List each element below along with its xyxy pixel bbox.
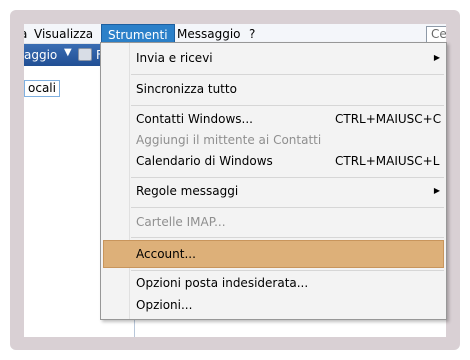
menu-separator	[131, 177, 444, 178]
menu-item-opzioni-posta-indesiderata[interactable]: Opzioni posta indesiderata...	[103, 272, 444, 294]
menu-item-label: Aggiungi il mittente ai Contatti	[136, 133, 322, 147]
menu-bar: a Visualizza Strumenti Messaggio ? Ce	[24, 24, 446, 44]
menu-item-sincronizza-tutto[interactable]: Sincronizza tutto	[103, 78, 444, 100]
menu-separator	[131, 105, 444, 106]
menu-item-calendario-windows[interactable]: Calendario di Windows CTRL+MAIUSC+L	[103, 150, 444, 172]
menu-item-label: Contatti Windows...	[136, 112, 253, 126]
menu-item-aggiungi-mittente: Aggiungi il mittente ai Contatti	[103, 129, 444, 151]
toolbar: aggio ▼ F	[24, 44, 104, 66]
shortcut-text: CTRL+MAIUSC+C	[335, 112, 442, 126]
menu-item-label: Account...	[136, 247, 196, 261]
menu-item-label: Invia e ricevi	[136, 51, 213, 65]
menu-messaggio[interactable]: Messaggio	[177, 27, 241, 43]
menu-separator	[131, 207, 444, 208]
local-folders-item[interactable]: ocali	[24, 80, 60, 97]
menu-separator	[131, 74, 444, 75]
menu-visualizza[interactable]: Visualizza	[34, 27, 93, 43]
menu-item-label: Calendario di Windows	[136, 154, 273, 168]
menu-item-label: Cartelle IMAP...	[136, 215, 226, 229]
menu-separator	[131, 270, 444, 271]
menu-item-invia-e-ricevi[interactable]: Invia e ricevi ▶	[103, 47, 444, 69]
menu-item-account[interactable]: Account...	[103, 240, 444, 268]
folder-icon[interactable]	[78, 48, 92, 61]
menu-help[interactable]: ?	[249, 27, 255, 43]
folder-pane: ocali	[24, 66, 104, 337]
menu-item-cartelle-imap: Cartelle IMAP...	[103, 211, 444, 233]
menu-item-contatti-windows[interactable]: Contatti Windows... CTRL+MAIUSC+C	[103, 108, 444, 130]
menu-item-label: Opzioni...	[136, 298, 193, 312]
menu-separator	[131, 237, 444, 238]
menu-item-label: Regole messaggi	[136, 184, 239, 198]
new-message-button-label[interactable]: aggio	[24, 48, 57, 62]
menu-item-label: Opzioni posta indesiderata...	[136, 276, 309, 290]
submenu-arrow-icon: ▶	[433, 53, 440, 62]
strumenti-dropdown-menu: Invia e ricevi ▶ Sincronizza tutto Conta…	[100, 42, 447, 320]
menu-item-regole-messaggi[interactable]: Regole messaggi ▶	[103, 180, 444, 202]
menu-item-opzioni[interactable]: Opzioni...	[103, 294, 444, 316]
search-input[interactable]: Ce	[426, 26, 446, 43]
submenu-arrow-icon: ▶	[433, 186, 440, 195]
menu-strumenti[interactable]: Strumenti	[101, 24, 175, 44]
menu-item-label: Sincronizza tutto	[136, 82, 237, 96]
shortcut-text: CTRL+MAIUSC+L	[335, 154, 440, 168]
dropdown-arrow-icon[interactable]: ▼	[64, 47, 72, 58]
menu-item-partial[interactable]: a	[24, 27, 27, 43]
